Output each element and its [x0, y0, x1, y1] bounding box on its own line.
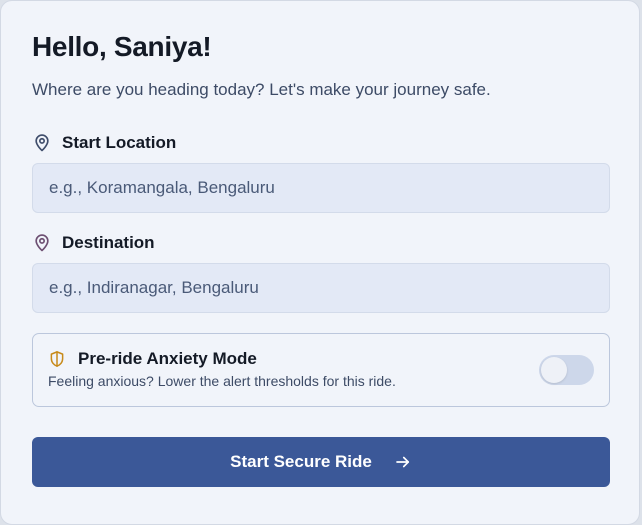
- start-location-label-row: Start Location: [32, 132, 176, 154]
- start-secure-ride-button[interactable]: Start Secure Ride: [32, 437, 610, 487]
- start-secure-ride-label: Start Secure Ride: [230, 452, 372, 471]
- anxiety-mode-description: Feeling anxious? Lower the alert thresho…: [48, 373, 396, 389]
- start-location-label: Start Location: [62, 133, 177, 152]
- destination-input[interactable]: [32, 263, 610, 313]
- start-location-input[interactable]: [32, 163, 610, 213]
- shield-icon: [48, 349, 66, 369]
- destination-label-row: Destination: [32, 232, 155, 254]
- anxiety-mode-toggle[interactable]: [539, 355, 594, 385]
- arrow-right-icon: [394, 453, 412, 471]
- destination-label: Destination: [62, 233, 155, 252]
- greeting-heading: Hello, Saniya!: [32, 31, 212, 62]
- ride-setup-card: Hello, Saniya! Where are you heading tod…: [0, 0, 640, 525]
- map-pin-icon: [32, 133, 52, 153]
- anxiety-mode-title: Pre-ride Anxiety Mode: [78, 349, 257, 368]
- anxiety-mode-title-row: Pre-ride Anxiety Mode: [48, 348, 257, 370]
- greeting-subtitle: Where are you heading today? Let's make …: [32, 80, 491, 99]
- toggle-knob: [541, 357, 567, 383]
- anxiety-mode-panel: Pre-ride Anxiety Mode Feeling anxious? L…: [32, 333, 610, 407]
- map-pin-icon: [32, 233, 52, 253]
